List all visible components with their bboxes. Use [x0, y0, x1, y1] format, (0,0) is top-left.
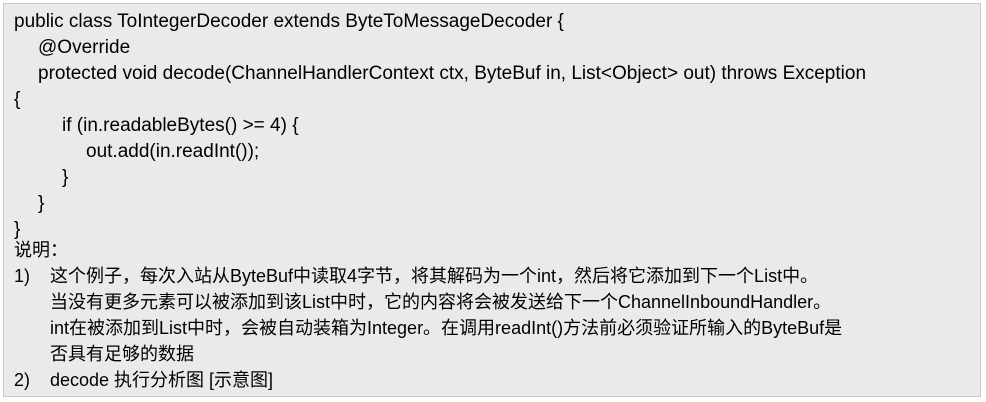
notes-heading: 说明：	[14, 240, 68, 260]
note-1-line-1: 这个例子，每次入站从ByteBuf中读取4字节，将其解码为一个int，然后将它添…	[50, 266, 819, 286]
code-line-if-close-brace: }	[62, 167, 69, 188]
code-line-out-add: out.add(in.readInt());	[86, 141, 260, 162]
code-snippet-panel: public class ToIntegerDecoder extends By…	[3, 3, 981, 397]
code-line-method-open-brace: {	[14, 89, 21, 110]
note-1-line-3: int在被添加到List中时，会被自动装箱为Integer。在调用readInt…	[50, 318, 843, 338]
note-2-text: decode 执行分析图 [示意图]	[50, 370, 274, 390]
note-2-number: 2)	[14, 370, 31, 390]
note-1-line-4: 否具有足够的数据	[50, 344, 194, 364]
code-line-method-signature: protected void decode(ChannelHandlerCont…	[38, 63, 867, 84]
note-1-number: 1)	[14, 266, 31, 286]
code-line-override-annotation: @Override	[38, 37, 131, 58]
note-1-line-2: 当没有更多元素可以被添加到该List中时，它的内容将会被发送给下一个Channe…	[50, 292, 832, 312]
code-line-method-close-brace: }	[38, 193, 45, 214]
code-line-class-declaration: public class ToIntegerDecoder extends By…	[14, 11, 564, 32]
code-line-if-statement: if (in.readableBytes() >= 4) {	[62, 115, 299, 136]
